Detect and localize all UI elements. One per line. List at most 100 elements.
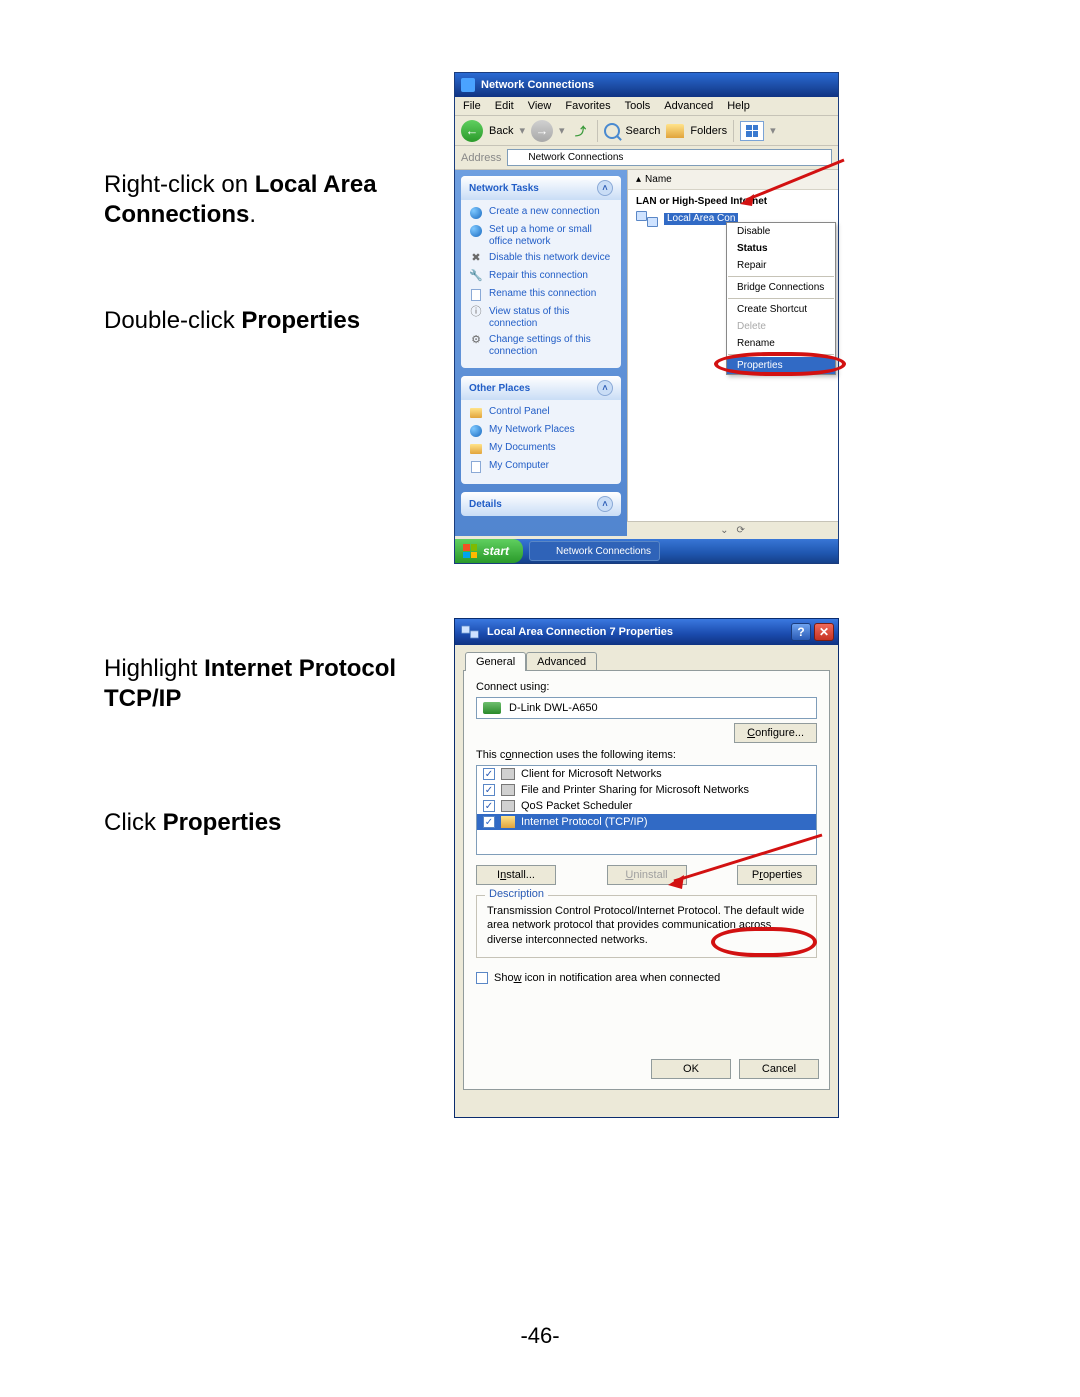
ctx-disable[interactable]: Disable (727, 223, 835, 240)
menu-file[interactable]: File (463, 100, 481, 112)
callout-ellipse-icon (714, 352, 846, 376)
callout-ellipse-icon (711, 927, 817, 957)
place-item[interactable]: My Computer (469, 458, 613, 476)
other-places-box: Other Places ˄ Control Panel My Network … (461, 376, 621, 484)
properties-dialog: Local Area Connection 7 Properties ? ✕ G… (454, 618, 839, 1118)
task-item[interactable]: Create a new connection (469, 204, 613, 222)
place-item[interactable]: My Documents (469, 440, 613, 458)
service-icon (501, 784, 515, 796)
checkbox-icon[interactable]: ✓ (476, 972, 488, 984)
collapse-icon[interactable]: ˄ (597, 380, 613, 396)
checkbox-icon[interactable]: ✓ (483, 800, 495, 812)
taskbar: start Network Connections (455, 539, 838, 563)
views-button[interactable] (740, 121, 764, 141)
control-panel-icon (470, 408, 482, 418)
task-item[interactable]: 🔧Repair this connection (469, 268, 613, 286)
home-network-icon (470, 225, 482, 237)
list-item[interactable]: ✓File and Printer Sharing for Microsoft … (477, 782, 816, 798)
window-title: Network Connections (481, 79, 594, 91)
start-button[interactable]: start (455, 539, 523, 563)
address-value: Network Connections (528, 152, 623, 163)
collapse-icon[interactable]: ˄ (597, 180, 613, 196)
menu-edit[interactable]: Edit (495, 100, 514, 112)
back-label: Back (489, 125, 513, 137)
client-icon (501, 768, 515, 780)
other-places-title: Other Places (469, 383, 530, 394)
back-button[interactable]: ← (461, 120, 483, 142)
folders-label[interactable]: Folders (690, 125, 727, 137)
network-tasks-title: Network Tasks (469, 183, 539, 194)
adapter-name: D-Link DWL-A650 (509, 702, 598, 714)
tasks-panel: Network Tasks ˄ Create a new connection … (455, 170, 627, 536)
app-icon (538, 545, 550, 557)
ctx-shortcut[interactable]: Create Shortcut (727, 301, 835, 318)
task-item[interactable]: ⓘView status of this connection (469, 304, 613, 332)
menu-advanced[interactable]: Advanced (664, 100, 713, 112)
connections-list: ▴Name LAN or High-Speed Internet Local A… (627, 170, 838, 536)
search-label[interactable]: Search (626, 125, 661, 137)
ctx-status[interactable]: Status (727, 240, 835, 257)
title-bar[interactable]: Local Area Connection 7 Properties ? ✕ (455, 619, 838, 645)
my-computer-icon (471, 461, 481, 473)
app-icon (461, 78, 475, 92)
window-title: Local Area Connection 7 Properties (487, 626, 673, 638)
cancel-button[interactable]: Cancel (739, 1059, 819, 1079)
folders-icon[interactable] (666, 124, 684, 138)
list-item-selected[interactable]: ✓Internet Protocol (TCP/IP) (477, 814, 816, 830)
windows-logo-icon (463, 544, 477, 558)
task-item[interactable]: Rename this connection (469, 286, 613, 304)
menu-bar: File Edit View Favorites Tools Advanced … (455, 97, 838, 116)
help-button[interactable]: ? (791, 623, 811, 641)
tab-pane: Connect using: D-Link DWL-A650 Configure… (463, 670, 830, 1090)
instruction-2: Double-click Properties (104, 306, 424, 336)
ctx-repair[interactable]: Repair (727, 257, 835, 274)
checkbox-icon[interactable]: ✓ (483, 816, 495, 828)
instruction-4: Click Properties (104, 808, 424, 838)
title-bar[interactable]: Network Connections (455, 73, 838, 97)
checkbox-icon[interactable]: ✓ (483, 768, 495, 780)
taskbar-app-button[interactable]: Network Connections (529, 541, 660, 561)
ok-button[interactable]: OK (651, 1059, 731, 1079)
menu-help[interactable]: Help (727, 100, 750, 112)
protocol-icon (501, 816, 515, 828)
ctx-rename[interactable]: Rename (727, 335, 835, 352)
status-icon: ⓘ (469, 306, 483, 320)
list-item[interactable]: ✓Client for Microsoft Networks (477, 766, 816, 782)
app-icon (461, 626, 479, 639)
close-button[interactable]: ✕ (814, 623, 834, 641)
up-icon[interactable]: ⤴ (571, 121, 591, 141)
menu-tools[interactable]: Tools (625, 100, 651, 112)
tab-advanced[interactable]: Advanced (526, 652, 597, 671)
tab-general[interactable]: General (465, 652, 526, 671)
refresh-bar: ⌄⟳ (627, 521, 838, 539)
show-icon-checkbox[interactable]: ✓ Show icon in notification area when co… (476, 972, 817, 984)
ctx-bridge[interactable]: Bridge Connections (727, 279, 835, 296)
configure-button[interactable]: Configure... (734, 723, 817, 743)
address-icon (512, 152, 524, 164)
forward-button[interactable]: → (531, 120, 553, 142)
uses-items-label: This connection uses the following items… (476, 749, 817, 761)
details-title: Details (469, 499, 502, 510)
toolbar: ← Back ▾ → ▾ ⤴ Search Folders ▾ (455, 116, 838, 146)
menu-favorites[interactable]: Favorites (565, 100, 610, 112)
task-item[interactable]: ✖Disable this network device (469, 250, 613, 268)
network-places-icon (470, 425, 482, 437)
checkbox-icon[interactable]: ✓ (483, 784, 495, 796)
list-item[interactable]: ✓QoS Packet Scheduler (477, 798, 816, 814)
place-item[interactable]: Control Panel (469, 404, 613, 422)
menu-view[interactable]: View (528, 100, 552, 112)
network-connections-window: Network Connections File Edit View Favor… (454, 72, 839, 564)
tabs: General Advanced (465, 651, 838, 670)
details-box: Details ˄ (461, 492, 621, 516)
page-number: -46- (0, 1323, 1080, 1349)
install-button[interactable]: Install... (476, 865, 556, 885)
collapse-icon[interactable]: ˄ (597, 496, 613, 512)
my-documents-icon (470, 444, 482, 454)
globe-icon (470, 207, 482, 219)
task-item[interactable]: Set up a home or small office network (469, 222, 613, 250)
place-item[interactable]: My Network Places (469, 422, 613, 440)
task-item[interactable]: ⚙Change settings of this connection (469, 332, 613, 360)
search-icon[interactable] (604, 123, 620, 139)
settings-icon: ⚙ (469, 334, 483, 348)
repair-icon: 🔧 (469, 270, 483, 284)
